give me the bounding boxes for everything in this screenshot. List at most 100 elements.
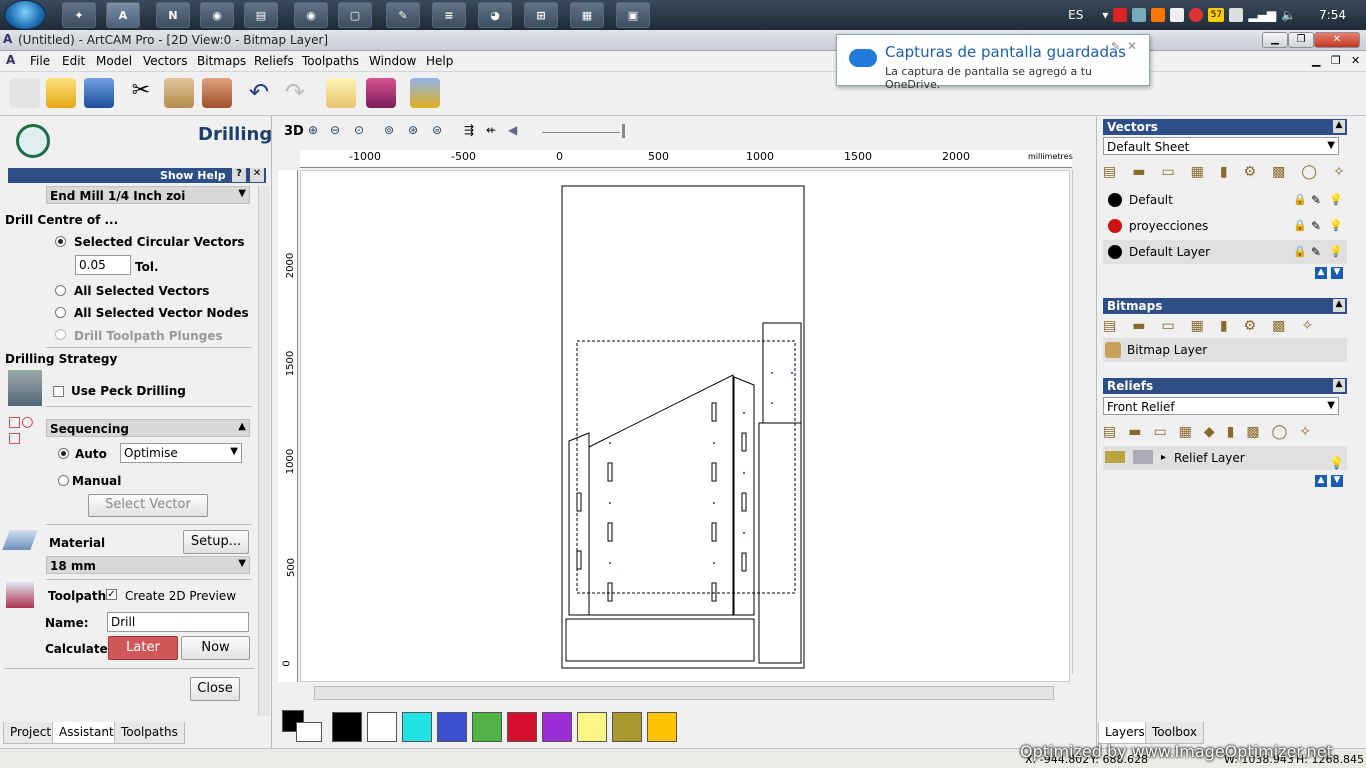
zoom-slider[interactable] [542,132,620,133]
bitmap-layer-row[interactable]: Bitmap Layer [1103,338,1347,362]
archive-app-icon[interactable]: ≡ [432,2,466,28]
radio-all-selected[interactable] [55,285,66,296]
tab-project[interactable]: Project [3,722,59,744]
layer-up-icon[interactable]: ▲ [1315,267,1327,279]
palette-color-2[interactable] [402,712,432,742]
palette-color-0[interactable] [332,712,362,742]
app-icon-blue[interactable]: ▢ [338,2,372,28]
notification-close-icon[interactable]: ✕ [1127,39,1137,53]
view-tool-icon-2[interactable]: ⇷ [486,123,496,137]
bulb-icon[interactable]: 💡 [1329,451,1344,475]
horizontal-scrollbar[interactable] [314,686,1054,700]
close-window-button[interactable]: ✕ [1314,32,1360,48]
lock-icon[interactable]: 🔒 [1293,188,1307,212]
reliefs-collapse-icon[interactable]: ▲ [1333,379,1345,392]
zoom-all-icon[interactable]: ⊜ [432,123,442,137]
mdi-minimize-icon[interactable]: ▁ [1312,54,1320,67]
menu-bitmaps[interactable]: Bitmaps [197,54,246,68]
drawing-canvas[interactable] [300,170,1070,682]
calculate-later-button[interactable]: Later [108,636,178,660]
help-icon[interactable]: ? [232,168,246,182]
pin-icon[interactable]: ✎ [1111,40,1120,53]
photos-app-icon[interactable]: ▦ [570,2,604,28]
collapse-icon[interactable]: ▲ [238,421,246,432]
visibility-bulb-icon[interactable]: 💡 [1329,240,1343,264]
radio-manual[interactable] [58,475,69,486]
relief-toolbar[interactable]: ▤▬▭▦◆▮▩◯✧ [1103,424,1347,442]
vertical-scrollbar[interactable] [1072,170,1086,674]
copy-icon[interactable] [164,78,194,108]
sequencing-header[interactable]: Sequencing ▲ [46,419,250,437]
cloud-icon[interactable] [1132,8,1147,22]
bitmaps-collapse-icon[interactable]: ▲ [1333,299,1345,312]
vector-layer-row[interactable]: Default Layer 🔒 ✎ 💡 [1103,240,1347,264]
explorer-app-icon[interactable]: ▤ [244,2,278,28]
open-folder-icon[interactable] [46,78,76,108]
layer-color-icon[interactable] [1108,193,1122,207]
radio-auto[interactable] [58,448,69,459]
vector-layer-row[interactable]: Default 🔒 ✎ 💡 [1103,188,1347,212]
layer-color-icon[interactable] [1108,245,1122,259]
avast-icon[interactable] [1151,8,1166,22]
notes-app-icon[interactable]: ✎ [386,2,420,28]
zoom-out-icon[interactable]: ⊖ [330,123,340,137]
toolpath-name-input[interactable]: Drill [107,612,249,632]
show-help-link[interactable]: Show Help [160,169,226,182]
menu-toolpaths[interactable]: Toolpaths [302,54,359,68]
menu-file[interactable]: File [30,54,50,68]
cut-icon[interactable]: ✂ [126,78,156,108]
onedrive-notification[interactable]: Capturas de pantalla guardadas La captur… [836,34,1150,91]
dropdown-arrow-icon[interactable]: ▼ [238,188,246,199]
palette-color-5[interactable] [507,712,537,742]
paint-app-icon[interactable]: ◕ [478,2,512,28]
menu-help[interactable]: Help [426,54,453,68]
clock[interactable]: 7:54 [1319,8,1346,22]
vector-layer-row[interactable]: proyecciones 🔒 ✎ 💡 [1103,214,1347,238]
wizard-icon[interactable] [410,78,440,108]
tab-layers[interactable]: Layers [1098,722,1152,744]
peck-drilling-checkbox[interactable] [53,386,64,397]
menu-model[interactable]: Model [96,54,132,68]
edit-icon[interactable]: ✎ [1311,188,1321,212]
onedrive-icon[interactable] [1170,8,1185,22]
view-3d-button[interactable]: 3D [284,124,304,139]
signal-icon[interactable]: ▂▄▆ [1248,8,1276,22]
zoom-slider-handle[interactable] [622,124,625,138]
thickness-arrow-icon[interactable]: ▼ [238,558,246,569]
layer-down-icon[interactable]: ▼ [1331,267,1343,279]
background-color[interactable] [296,722,322,742]
radio-selected-circular[interactable] [55,236,66,247]
network-app-icon[interactable]: ⊞ [524,2,558,28]
view-tool-icon[interactable]: ⇶ [464,123,474,137]
artcam-app-icon[interactable]: A [106,2,140,28]
redo-icon[interactable]: ↷ [280,78,310,108]
panel-scrollbar[interactable] [258,186,270,716]
notepad-app-icon[interactable]: N [156,2,190,28]
device-icon[interactable] [1229,8,1244,22]
paste-icon[interactable] [202,78,232,108]
create-preview-checkbox[interactable]: ✓ [106,589,117,600]
layer-color-icon[interactable] [1108,219,1122,233]
badge-icon[interactable]: 57 [1208,8,1225,22]
zoom-page-icon[interactable]: ⊛ [408,123,418,137]
relief-select[interactable]: Front Relief ▼ [1103,397,1339,415]
expand-icon[interactable]: ▸ [1161,446,1166,470]
thickness-selector[interactable]: 18 mm ▼ [46,556,250,574]
tab-assistant[interactable]: Assistant [52,722,121,744]
vector-sheet-select[interactable]: Default Sheet ▼ [1103,137,1339,155]
mdi-restore-icon[interactable]: ❐ [1331,54,1341,67]
zoom-fit-icon[interactable]: ⊚ [384,123,394,137]
radio-all-nodes[interactable] [55,307,66,318]
taskbar-app-icon[interactable]: ✦ [62,2,96,28]
palette-color-8[interactable] [612,712,642,742]
relief-up-icon[interactable]: ▲ [1315,475,1327,487]
tool-selector[interactable]: End Mill 1/4 Inch zoi ▼ [46,186,250,204]
new-file-icon[interactable] [10,78,40,108]
zoom-in-icon[interactable]: ⊕ [308,123,318,137]
gmail-icon[interactable] [1189,8,1204,22]
chrome-app-icon-2[interactable]: ◉ [294,2,328,28]
close-help-icon[interactable]: ✕ [250,168,264,182]
language-indicator[interactable]: ES [1068,8,1083,22]
chrome-app-icon[interactable]: ◉ [200,2,234,28]
tab-toolbox[interactable]: Toolbox [1145,722,1204,744]
